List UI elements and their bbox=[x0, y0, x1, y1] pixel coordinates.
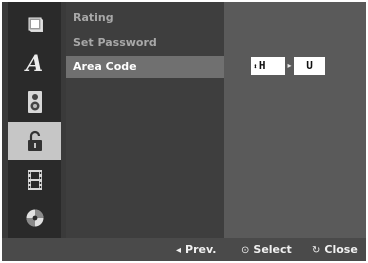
select-button-icon: ⊙ bbox=[241, 245, 250, 256]
icon-cell-film[interactable] bbox=[8, 161, 61, 199]
film-icon bbox=[27, 170, 42, 190]
lock-menu-list: Rating Set Password Area Code bbox=[66, 2, 224, 238]
icon-cell-picture[interactable] bbox=[8, 6, 61, 44]
speaker-icon bbox=[27, 91, 42, 113]
area-code-first-char-field[interactable]: ⬍H bbox=[251, 57, 285, 75]
icon-cell-disc[interactable] bbox=[8, 199, 61, 237]
left-arrow-icon: ◂ bbox=[176, 245, 182, 256]
menu-item-label: Set Password bbox=[73, 36, 157, 49]
lock-icon bbox=[27, 130, 42, 151]
setup-menu-screen: A Rating Set Password Area Code ⬍H ▸ U ◂… bbox=[2, 2, 366, 261]
picture-icon bbox=[28, 17, 43, 32]
close-hint-label: Close bbox=[324, 243, 358, 256]
next-field-arrow-icon: ▸ bbox=[287, 61, 292, 70]
area-code-second-char-field[interactable]: U bbox=[294, 57, 325, 75]
menu-item-set-password[interactable]: Set Password bbox=[66, 32, 224, 54]
language-icon: A bbox=[25, 51, 44, 77]
close-hint: ↻ Close bbox=[312, 238, 358, 261]
area-code-second-char: U bbox=[306, 59, 313, 72]
menu-item-label: Rating bbox=[73, 11, 114, 24]
area-code-first-char: H bbox=[258, 59, 266, 72]
select-hint: ⊙ Select bbox=[241, 238, 292, 261]
category-icon-column: A bbox=[8, 2, 61, 238]
icon-cell-language[interactable]: A bbox=[8, 45, 61, 83]
prev-hint: ◂ Prev. bbox=[176, 238, 216, 261]
icon-cell-lock[interactable] bbox=[8, 122, 61, 160]
footer-hint-bar: ◂ Prev. ⊙ Select ↻ Close bbox=[2, 238, 366, 261]
menu-item-label: Area Code bbox=[73, 60, 137, 73]
return-icon: ↻ bbox=[312, 245, 321, 256]
disc-icon bbox=[26, 209, 43, 227]
area-code-value-panel: ⬍H ▸ U bbox=[224, 2, 366, 238]
up-down-arrow-icon: ⬍ bbox=[253, 62, 258, 71]
prev-hint-label: Prev. bbox=[185, 243, 217, 256]
select-hint-label: Select bbox=[253, 243, 292, 256]
menu-item-rating[interactable]: Rating bbox=[66, 7, 224, 29]
icon-cell-audio[interactable] bbox=[8, 83, 61, 121]
menu-item-area-code[interactable]: Area Code bbox=[66, 56, 224, 78]
